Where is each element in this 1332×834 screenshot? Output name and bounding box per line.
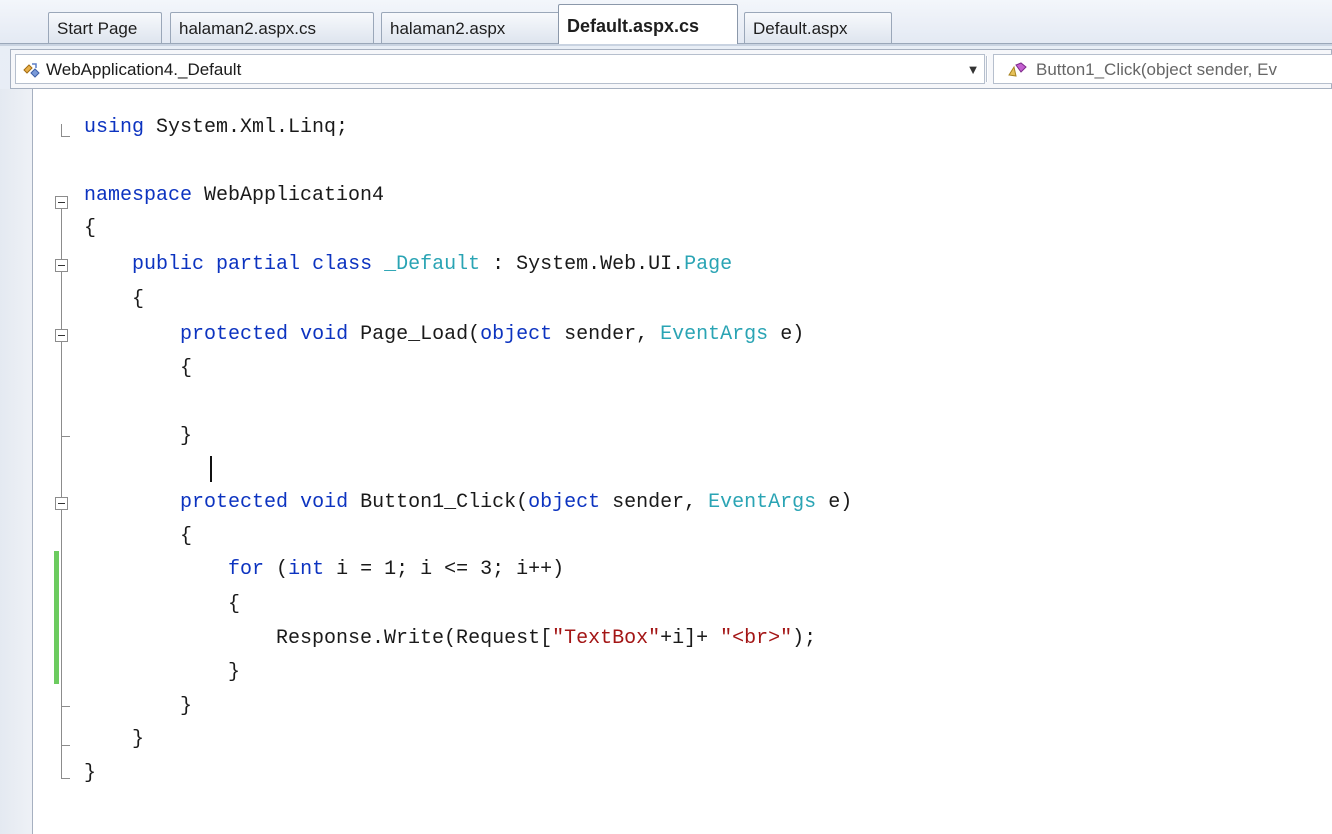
chevron-down-icon[interactable]: ▼ bbox=[961, 59, 985, 81]
code-line[interactable]: namespace WebApplication4 bbox=[84, 179, 384, 213]
tab-halaman2-aspx-cs[interactable]: halaman2.aspx.cs bbox=[170, 12, 374, 44]
tab-label: halaman2.aspx bbox=[390, 19, 506, 38]
tab-start-page[interactable]: Start Page bbox=[48, 12, 162, 44]
collapse-button1-click-icon[interactable] bbox=[55, 497, 68, 510]
outline-guide bbox=[61, 436, 70, 437]
text-caret bbox=[210, 456, 212, 482]
code-line[interactable]: { bbox=[84, 283, 144, 317]
type-dropdown[interactable]: WebApplication4._Default ▼ bbox=[15, 54, 985, 84]
outline-guide bbox=[61, 209, 62, 778]
code-line[interactable]: { bbox=[84, 352, 192, 386]
code-line[interactable]: } bbox=[84, 723, 144, 757]
navigation-bar: WebApplication4._Default ▼ Button1_Click… bbox=[10, 49, 1332, 89]
code-line[interactable]: } bbox=[84, 420, 192, 454]
member-dropdown[interactable]: Button1_Click(object sender, Ev bbox=[993, 54, 1332, 84]
code-line[interactable]: { bbox=[84, 520, 192, 554]
outline-guide bbox=[61, 706, 70, 707]
document-tab-strip: Start Page halaman2.aspx.cs halaman2.asp… bbox=[0, 0, 1332, 46]
tab-default-aspx[interactable]: Default.aspx bbox=[744, 12, 892, 44]
changed-lines-marker bbox=[54, 551, 59, 684]
code-line[interactable]: Response.Write(Request["TextBox"+i]+ "<b… bbox=[84, 622, 816, 656]
code-line[interactable]: } bbox=[84, 656, 240, 690]
method-icon bbox=[1008, 62, 1027, 77]
type-dropdown-value: WebApplication4._Default bbox=[46, 60, 242, 79]
member-dropdown-value: Button1_Click(object sender, Ev bbox=[1036, 60, 1277, 79]
code-line[interactable]: for (int i = 1; i <= 3; i++) bbox=[84, 553, 564, 587]
outline-guide bbox=[61, 124, 62, 136]
code-line[interactable]: { bbox=[84, 212, 96, 246]
editor-left-margin bbox=[0, 89, 32, 834]
outline-guide bbox=[61, 136, 70, 137]
indicator-margin bbox=[32, 89, 38, 834]
code-line[interactable]: { bbox=[84, 588, 240, 622]
collapse-namespace-icon[interactable] bbox=[55, 196, 68, 209]
tab-label: Default.aspx.cs bbox=[567, 16, 700, 36]
collapse-page-load-icon[interactable] bbox=[55, 329, 68, 342]
collapse-class-icon[interactable] bbox=[55, 259, 68, 272]
code-editor-window: Start Page halaman2.aspx.cs halaman2.asp… bbox=[0, 0, 1332, 834]
code-line[interactable]: protected void Page_Load(object sender, … bbox=[84, 318, 804, 352]
code-line[interactable]: protected void Button1_Click(object send… bbox=[84, 486, 852, 520]
tab-halaman2-aspx[interactable]: halaman2.aspx bbox=[381, 12, 565, 44]
tab-label: halaman2.aspx.cs bbox=[179, 19, 317, 38]
code-line[interactable]: using System.Xml.Linq; bbox=[84, 111, 348, 145]
code-line[interactable]: public partial class _Default : System.W… bbox=[84, 248, 732, 282]
code-line[interactable]: } bbox=[84, 757, 96, 791]
tab-label: Start Page bbox=[57, 19, 138, 38]
outline-guide bbox=[61, 745, 70, 746]
tab-default-aspx-cs[interactable]: Default.aspx.cs bbox=[558, 4, 738, 44]
code-line[interactable]: } bbox=[84, 690, 192, 724]
class-icon bbox=[23, 63, 40, 78]
tab-label: Default.aspx bbox=[753, 19, 848, 38]
combo-divider bbox=[986, 56, 988, 82]
outline-guide bbox=[61, 778, 70, 779]
